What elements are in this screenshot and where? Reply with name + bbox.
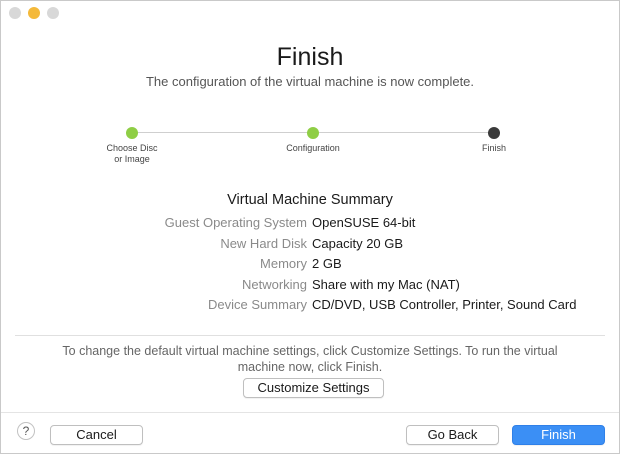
summary-table: Guest Operating System OpenSUSE 64-bit N… [1, 213, 619, 316]
step-complete-icon [126, 127, 138, 139]
summary-value: Share with my Mac (NAT) [312, 276, 460, 292]
summary-key: Networking [241, 276, 307, 292]
step-label-line: Choose Disc [106, 143, 158, 153]
minimize-window-icon[interactable] [28, 7, 40, 19]
summary-key: Guest Operating System [164, 215, 307, 230]
customize-settings-button[interactable]: Customize Settings [243, 378, 384, 398]
go-back-button[interactable]: Go Back [406, 425, 499, 445]
summary-row: New Hard Disk Capacity 20 GB [1, 234, 619, 255]
summary-value: CD/DVD, USB Controller, Printer, Sound C… [312, 297, 577, 313]
summary-row: Device Summary CD/DVD, USB Controller, P… [1, 295, 619, 316]
step-label-choose-disc: Choose Disc or Image [87, 143, 177, 165]
summary-value: Capacity 20 GB [312, 235, 404, 251]
summary-title: Virtual Machine Summary [227, 192, 393, 208]
help-icon[interactable]: ? [17, 422, 35, 440]
summary-row: Memory 2 GB [1, 254, 619, 275]
step-label-finish: Finish [481, 143, 506, 153]
step-connector [138, 132, 307, 133]
step-label-configuration: Configuration [286, 143, 340, 153]
divider [15, 335, 605, 336]
summary-key: New Hard Disk [220, 235, 307, 251]
window-controls [9, 7, 59, 19]
zoom-window-icon[interactable] [47, 7, 59, 19]
step-complete-icon [307, 127, 319, 139]
step-current-icon [488, 127, 500, 139]
footer-divider [1, 412, 619, 413]
info-text: To change the default virtual machine se… [62, 344, 558, 374]
close-window-icon[interactable] [9, 7, 21, 19]
page-title: Finish [276, 43, 344, 71]
summary-row: Guest Operating System OpenSUSE 64-bit [1, 213, 619, 234]
page-subtitle: The configuration of the virtual machine… [145, 74, 475, 89]
cancel-button[interactable]: Cancel [50, 425, 143, 445]
step-connector [319, 132, 488, 133]
finish-button[interactable]: Finish [512, 425, 605, 445]
summary-key: Memory [260, 256, 307, 272]
step-label-line: or Image [114, 154, 150, 164]
summary-value: OpenSUSE 64-bit [312, 215, 416, 230]
assistant-window: Finish The configuration of the virtual … [0, 0, 620, 454]
summary-row: Networking Share with my Mac (NAT) [1, 275, 619, 296]
summary-key: Device Summary [208, 297, 307, 313]
summary-value: 2 GB [312, 256, 342, 272]
